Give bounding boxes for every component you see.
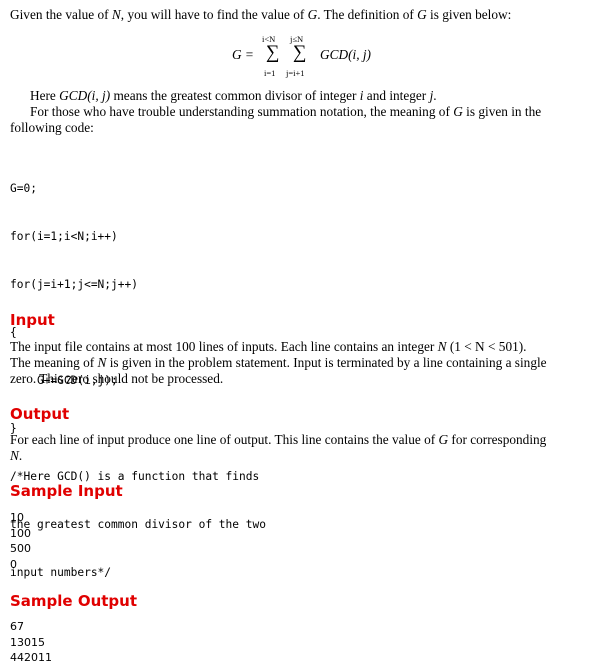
var-n: N bbox=[437, 339, 447, 354]
sample-output-line: 67 bbox=[10, 620, 24, 633]
code-line: input numbers*/ bbox=[10, 566, 112, 579]
code-line: for(i=1;i<N;i++) bbox=[10, 230, 118, 243]
output-heading: Output bbox=[10, 405, 70, 423]
explanation-text: is given in the bbox=[462, 104, 542, 119]
intro-text: is given below: bbox=[426, 7, 512, 22]
var-g: G bbox=[417, 7, 427, 22]
intro-text: , you will have to find the value of bbox=[120, 7, 308, 22]
input-line-3: zero. This zero should not be processed. bbox=[10, 371, 224, 386]
input-line-2: The meaning of N is given in the problem… bbox=[10, 355, 547, 371]
inner-sum-symbol: ∑ bbox=[293, 42, 307, 63]
output-line-2: N. bbox=[10, 448, 22, 464]
inner-lower-limit: j=i+1 bbox=[286, 68, 305, 78]
sample-output-line: 442011 bbox=[10, 651, 52, 664]
explanation-line-1: Here GCD(i, j) means the greatest common… bbox=[30, 88, 437, 104]
var-g: G bbox=[453, 104, 463, 119]
sample-input-line: 100 bbox=[10, 526, 31, 540]
formula-lhs: G = bbox=[232, 47, 254, 62]
explanation-line-3: following code: bbox=[10, 120, 94, 135]
var-n: N bbox=[111, 7, 121, 22]
output-text: for corresponding bbox=[448, 432, 547, 447]
intro-text: Given the value of bbox=[10, 7, 112, 22]
code-line: for(j=i+1;j<=N;j++) bbox=[10, 278, 138, 291]
sample-input-line: 500 bbox=[10, 542, 31, 555]
sample-input-line: 10 bbox=[10, 511, 24, 524]
code-line: G=0; bbox=[10, 182, 37, 195]
explanation-text: and integer bbox=[363, 88, 430, 103]
intro-line: Given the value of N, you will have to f… bbox=[10, 7, 511, 23]
input-line-1: The input file contains at most 100 line… bbox=[10, 339, 527, 355]
explanation-text: means the greatest common divisor of int… bbox=[110, 88, 360, 103]
output-text: For each line of input produce one line … bbox=[10, 432, 439, 447]
explanation-line-2: For those who have trouble understanding… bbox=[30, 104, 541, 120]
output-line-1: For each line of input produce one line … bbox=[10, 432, 546, 448]
output-text: . bbox=[18, 448, 23, 463]
formula-term: GCD(i, j) bbox=[320, 47, 371, 62]
input-range: (1 < N < 501). bbox=[446, 339, 527, 354]
problem-page: Given the value of N, you will have to f… bbox=[0, 0, 607, 669]
input-text: is given in the problem statement. Input… bbox=[106, 355, 547, 370]
input-text: The meaning of bbox=[10, 355, 98, 370]
sample-output-line: 13015 bbox=[10, 635, 45, 649]
explanation-text: . bbox=[433, 88, 437, 103]
explanation-text: Here bbox=[30, 88, 60, 103]
intro-text: . The definition of bbox=[317, 7, 418, 22]
sample-output-block: 67 13015 442011 bbox=[10, 619, 52, 666]
sample-input-block: 10 100 500 0 bbox=[10, 510, 31, 572]
var-g: G bbox=[438, 432, 449, 447]
explanation-text: For those who have trouble understanding… bbox=[30, 104, 454, 119]
sample-output-heading: Sample Output bbox=[10, 592, 138, 610]
input-text: The input file contains at most 100 line… bbox=[10, 339, 438, 354]
sample-input-line: 0 bbox=[10, 557, 17, 571]
outer-sum-symbol: ∑ bbox=[266, 42, 280, 63]
summation-formula: G = i<N ∑ i=1 j≤N ∑ j=i+1 GCD(i, j) bbox=[232, 34, 402, 80]
outer-lower-limit: i=1 bbox=[264, 68, 276, 78]
code-line: the greatest common divisor of the two bbox=[10, 518, 266, 531]
var-n: N bbox=[10, 448, 19, 463]
var-g: G bbox=[307, 7, 318, 22]
sample-input-heading: Sample Input bbox=[10, 482, 123, 500]
gcd-term: GCD(i, j) bbox=[59, 88, 111, 103]
input-heading: Input bbox=[10, 311, 55, 329]
